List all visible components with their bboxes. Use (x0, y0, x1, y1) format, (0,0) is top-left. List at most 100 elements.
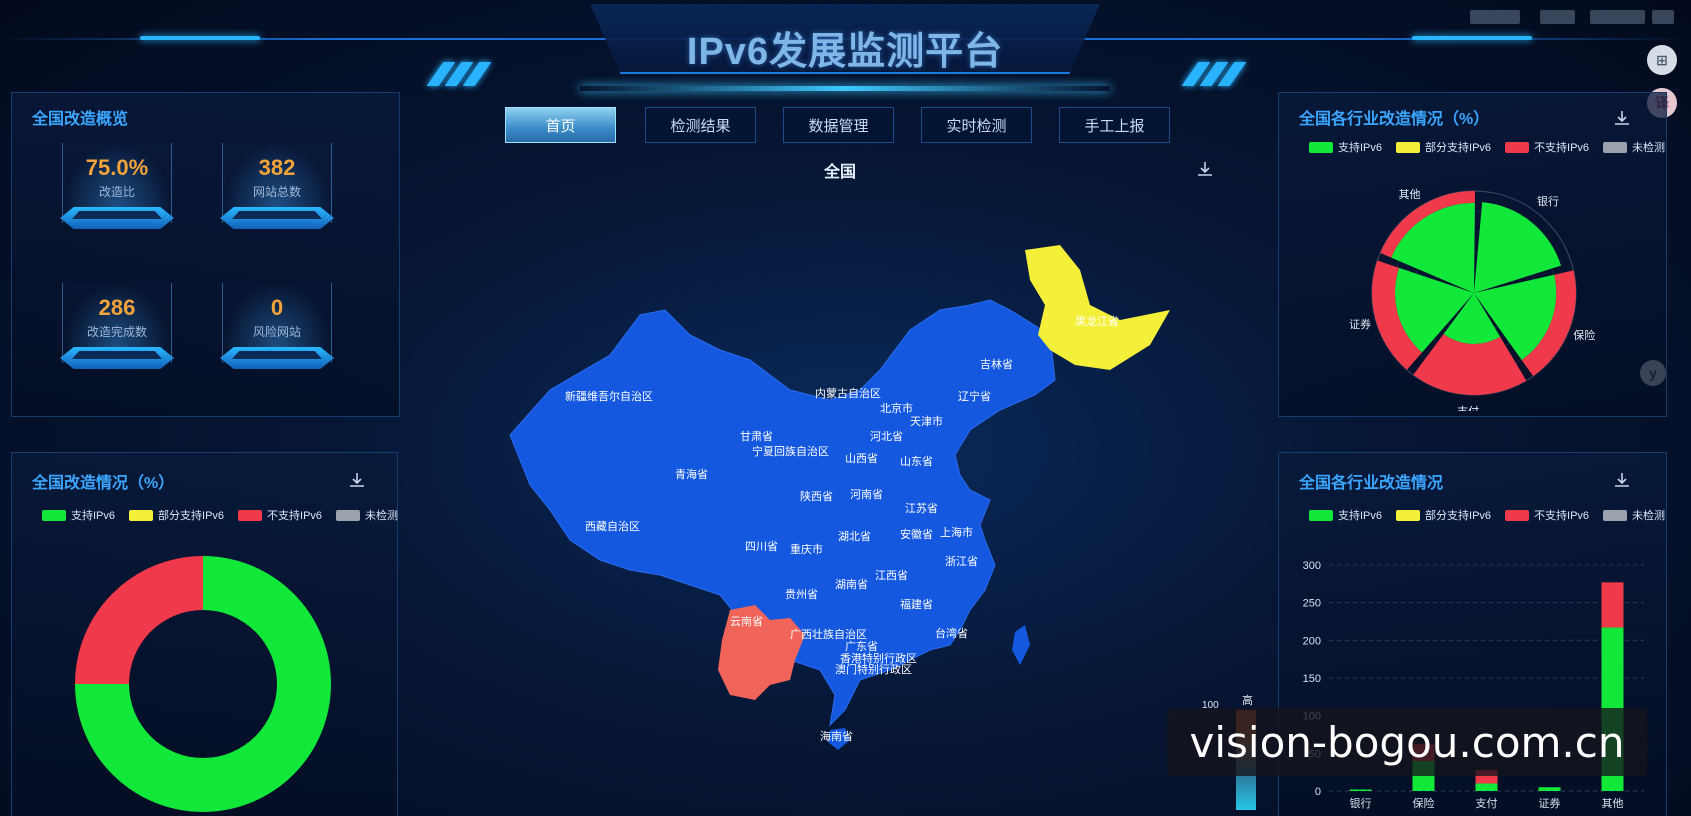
bar-xtick-label: 保险 (1413, 796, 1435, 810)
rose-category-label: 支付 (1457, 405, 1479, 411)
province-label: 吉林省 (980, 357, 1013, 371)
nav-data-management-button[interactable]: 数据管理 (783, 107, 894, 143)
bar-xtick-label: 支付 (1476, 797, 1498, 810)
province-label: 福建省 (900, 597, 933, 611)
card-risk-label: 风险网站 (252, 325, 301, 339)
card-risk: 0 风险网站 (212, 273, 342, 383)
map-title: 全国 (823, 164, 856, 181)
province-label: 江西省 (875, 569, 908, 582)
bar-ytick-label: 200 (1303, 635, 1321, 647)
bar-1-4[interactable] (1601, 582, 1624, 628)
industry-rose-chart: 银行保险支付机构证券其他 (1349, 188, 1595, 411)
province-label: 河北省 (870, 430, 903, 443)
province-label: 辽宁省 (958, 389, 991, 403)
nav-results-button[interactable]: 检测结果 (645, 107, 756, 143)
nav-realtime-button[interactable]: 实时检测 (921, 107, 1032, 143)
province-label: 新疆维吾尔自治区 (565, 389, 653, 403)
province-label: 江苏省 (905, 502, 938, 515)
card-done-label: 改造完成数 (86, 325, 147, 339)
card-ratio-value: 75.0% (85, 155, 149, 180)
province-label: 上海市 (940, 525, 973, 539)
rose-category-label: 证券 (1349, 317, 1371, 331)
province-label: 台湾省 (935, 626, 968, 640)
province-label: 云南省 (730, 615, 763, 628)
bar-0-0[interactable] (1349, 789, 1372, 791)
card-ratio-label: 改造比 (98, 185, 135, 199)
province-label: 广西壮族自治区 (790, 627, 867, 641)
province-label: 甘肃省 (740, 430, 773, 443)
province-label: 北京市 (880, 401, 913, 415)
province-label: 宁夏回族自治区 (752, 444, 829, 458)
bar-0-2[interactable] (1475, 783, 1498, 791)
overview-panel: 全国改造概览 75.0% 改造比 382 网站总数 286 改造完成数 0 风险… (11, 92, 400, 417)
header-accent-right (1412, 36, 1532, 40)
card-ratio: 75.0% 改造比 (52, 133, 182, 243)
bar-0-3[interactable] (1538, 787, 1561, 791)
rose-category-label: 保险 (1573, 328, 1595, 342)
province-label: 河南省 (850, 488, 883, 501)
bar-ytick-label: 300 (1303, 560, 1321, 572)
rose-category-label: 银行 (1537, 194, 1559, 208)
download-icon[interactable] (348, 471, 366, 489)
province-label: 西藏自治区 (585, 519, 640, 533)
province-label: 湖北省 (838, 530, 871, 543)
province-label: 香港特别行政区 (840, 651, 917, 665)
rose-category-label: 其他 (1398, 188, 1420, 201)
stripes-left-decoration (425, 58, 505, 88)
card-done: 286 改造完成数 (52, 273, 182, 383)
grid-app-icon[interactable]: ⊞ (1647, 45, 1677, 75)
bar-xtick-label: 其他 (1602, 797, 1624, 810)
industry-pct-panel: 全国各行业改造情况（%） 支持IPv6 部分支持IPv6 不支持IPv6 未检测… (1278, 92, 1667, 417)
bar-xtick-label: 银行 (1350, 796, 1372, 810)
nav-home-button[interactable]: 首页 (505, 107, 616, 143)
industry-legend: 支持IPv6 部分支持IPv6 不支持IPv6 未检测 (1309, 507, 1665, 523)
industry-pct-title: 全国各行业改造情况（%） (1299, 111, 1490, 128)
province-label: 广东省 (845, 640, 878, 653)
card-risk-value: 0 (270, 295, 284, 320)
province-label: 青海省 (675, 467, 708, 481)
province-label: 天津市 (910, 414, 943, 428)
china-map[interactable]: 新疆维吾尔自治区西藏自治区 青海省 甘肃省四川省云南省 内蒙古自治区 黑龙江省吉林省辽宁… (490, 240, 1190, 770)
bar-ytick-label: 0 (1315, 786, 1321, 798)
province-label: 重庆市 (790, 542, 823, 556)
card-total: 382 网站总数 (212, 133, 342, 243)
province-label: 安徽省 (900, 527, 933, 541)
province-label: 山西省 (845, 452, 878, 465)
card-total-value: 382 (258, 155, 296, 180)
bar-ytick-label: 150 (1303, 673, 1321, 685)
user-info-blurred[interactable] (1470, 10, 1674, 26)
province-label: 海南省 (820, 729, 853, 743)
stripes-right-decoration (1180, 58, 1260, 88)
page-title: IPv6发展监测平台 (686, 31, 1004, 73)
national-title: 全国改造情况（%） (32, 475, 175, 492)
national-legend: 支持IPv6 部分支持IPv6 不支持IPv6 未检测 (42, 507, 398, 523)
donut-slice-2[interactable] (75, 556, 203, 684)
nav-manual-report-button[interactable]: 手工上报 (1059, 107, 1170, 143)
header: IPv6发展监测平台 (0, 0, 1691, 100)
province-label: 湖南省 (835, 578, 868, 591)
province-label: 澳门特别行政区 (835, 662, 912, 676)
national-panel: 全国改造情况（%） 支持IPv6 部分支持IPv6 不支持IPv6 未检测 (11, 452, 398, 816)
province-label: 四川省 (745, 540, 778, 553)
bar-xtick-label: 证券 (1539, 796, 1561, 810)
province-label: 内蒙古自治区 (815, 386, 881, 400)
industry-title: 全国各行业改造情况 (1299, 475, 1444, 492)
province-label: 黑龙江省 (1075, 315, 1119, 328)
bar-ytick-label: 250 (1303, 598, 1321, 610)
map-scale-high-label: 高 (1242, 695, 1253, 707)
province-label: 山东省 (900, 455, 933, 468)
card-done-value: 286 (98, 295, 136, 320)
industry-bar-chart: 050100150200250300银行保险支付证券其他 (1303, 560, 1644, 810)
province-label: 陕西省 (800, 489, 833, 503)
title-glow (580, 86, 1110, 91)
map-download-icon[interactable] (1196, 160, 1214, 178)
industry-pct-legend: 支持IPv6 部分支持IPv6 不支持IPv6 未检测 (1309, 139, 1665, 155)
overview-title: 全国改造概览 (32, 111, 129, 128)
download-icon[interactable] (1613, 471, 1631, 489)
watermark: vision-bogou.com.cn (1167, 708, 1647, 776)
card-total-label: 网站总数 (252, 185, 301, 199)
national-donut-chart (75, 556, 331, 812)
header-accent-left (140, 36, 260, 40)
map-taiwan (1012, 625, 1030, 665)
download-icon[interactable] (1613, 109, 1631, 127)
